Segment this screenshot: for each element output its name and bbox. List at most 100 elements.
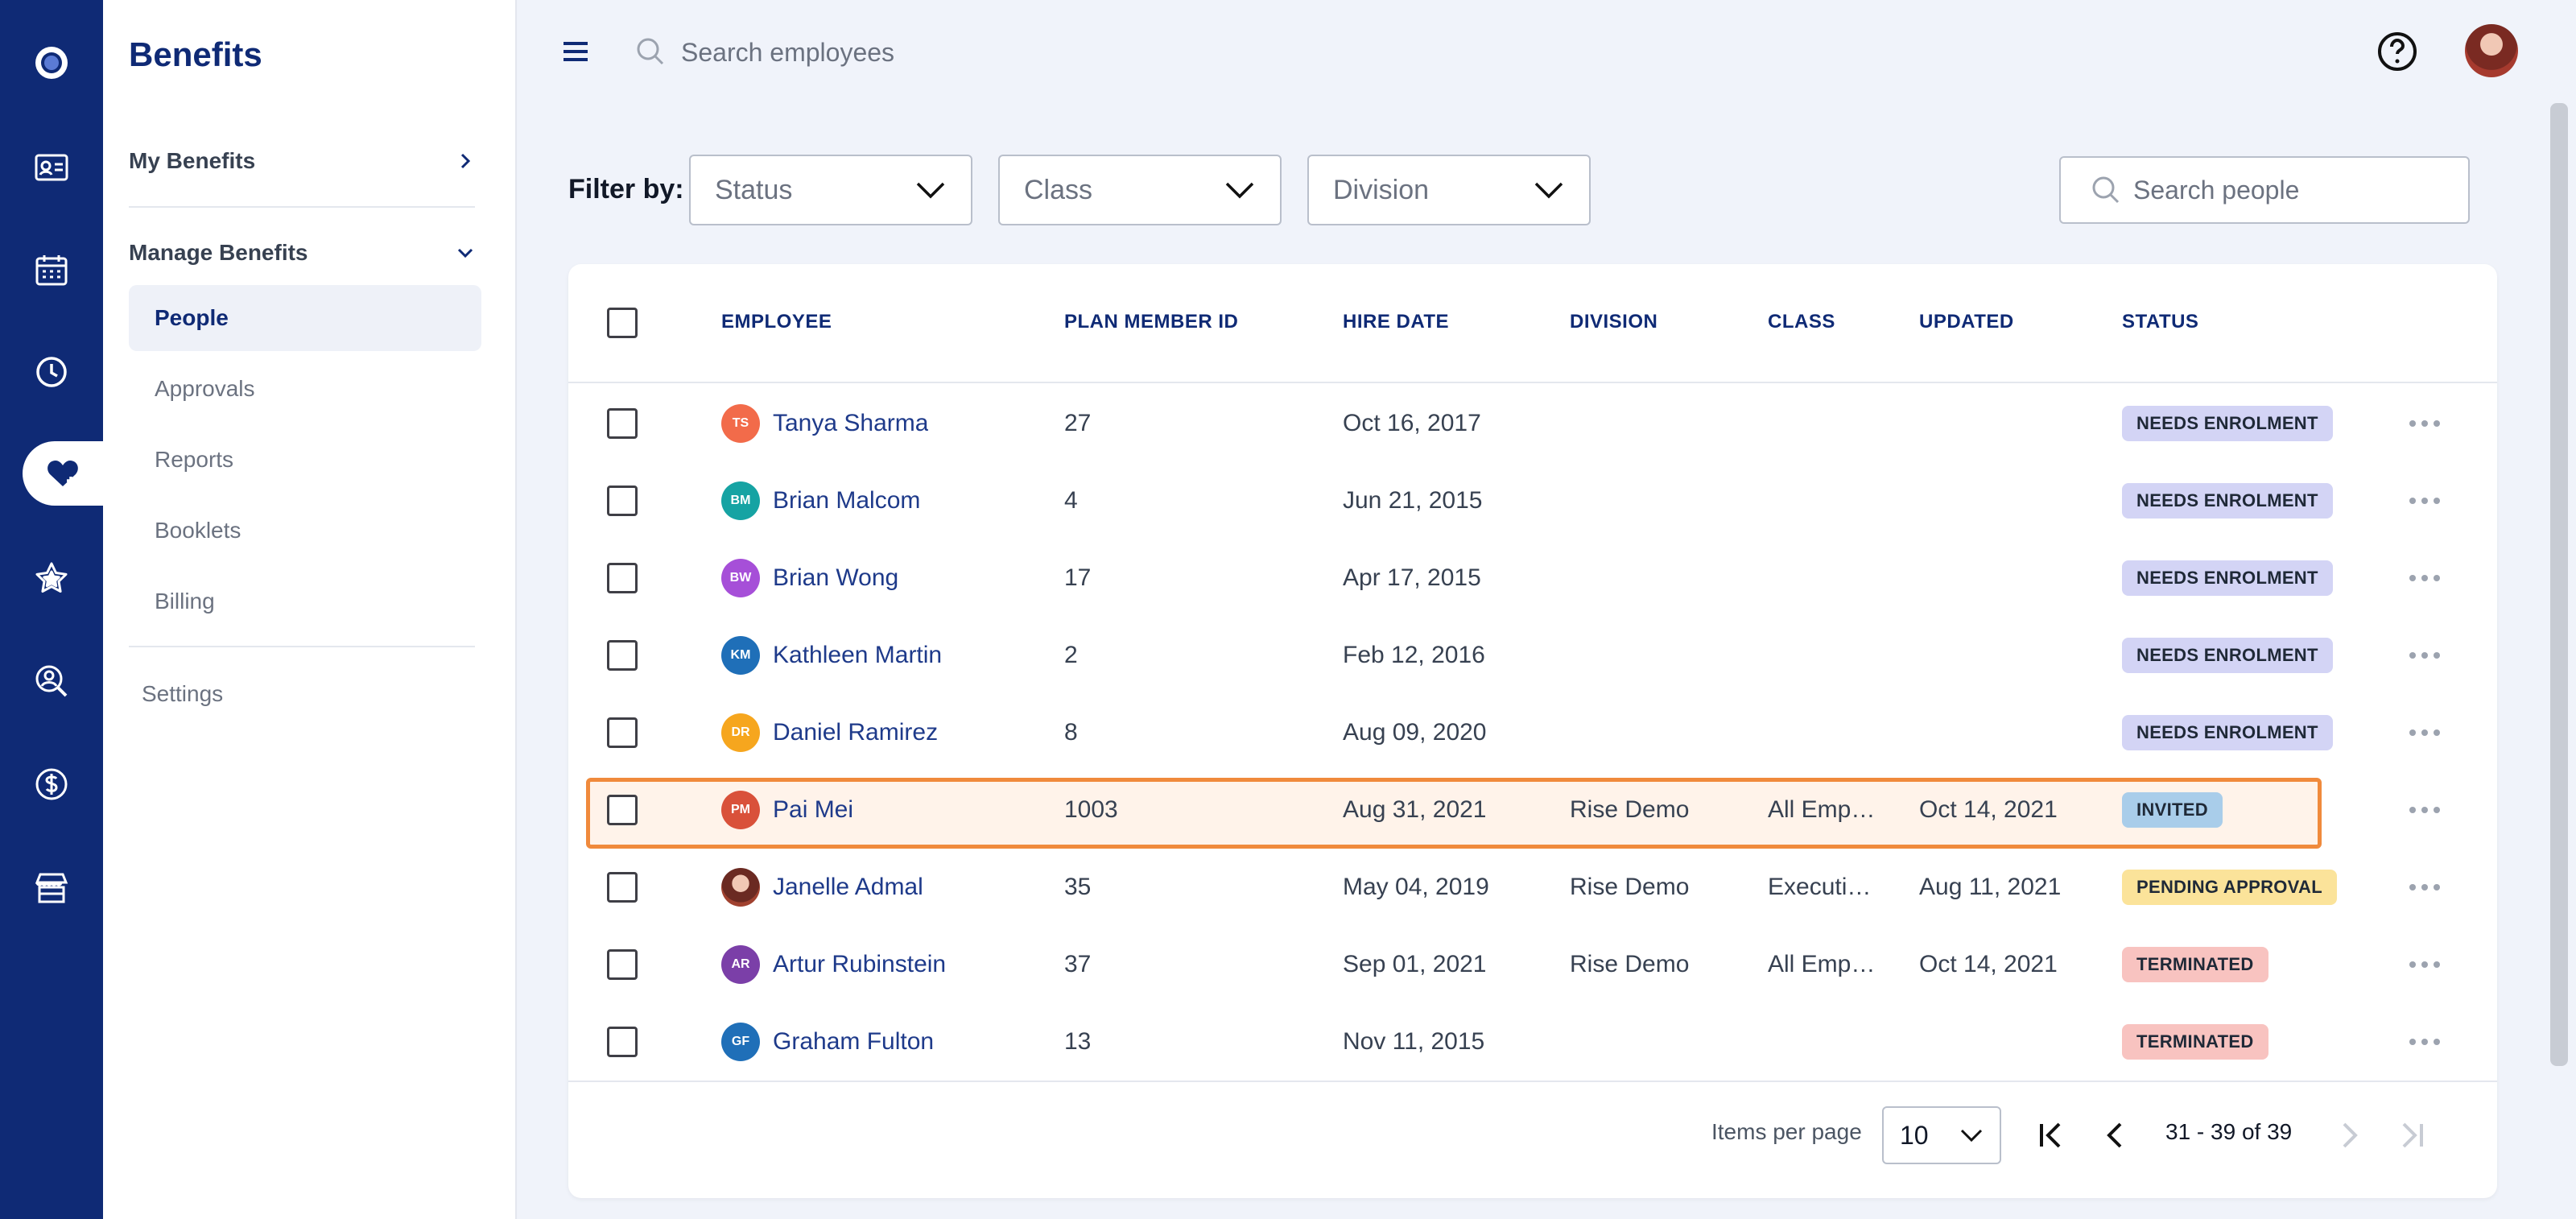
dollar-icon[interactable] (0, 744, 103, 824)
table-header: EMPLOYEE PLAN MEMBER ID HIRE DATE DIVISI… (568, 264, 2497, 383)
row-more-icon[interactable] (2409, 574, 2441, 582)
hire-date: Aug 31, 2021 (1343, 796, 1487, 823)
class-filter-value: Class (1024, 174, 1093, 205)
status-filter-dropdown[interactable]: Status (689, 155, 972, 225)
previous-page-icon[interactable] (2098, 1118, 2133, 1153)
first-page-icon[interactable] (2033, 1118, 2069, 1153)
hamburger-menu-icon[interactable] (560, 37, 596, 66)
sidebar-item-booklets[interactable]: Booklets (129, 498, 481, 564)
header-plan-member-id[interactable]: PLAN MEMBER ID (1064, 311, 1238, 333)
row-more-icon[interactable] (2409, 729, 2441, 737)
hire-date: Feb 12, 2016 (1343, 642, 1485, 668)
id-card-icon[interactable] (0, 127, 103, 208)
chevron-down-icon (457, 248, 473, 258)
employee-name-link[interactable]: Brian Malcom (773, 462, 920, 539)
people-search-icon[interactable] (0, 641, 103, 721)
employee-name-link[interactable]: Artur Rubinstein (773, 926, 946, 1003)
clock-icon[interactable] (0, 332, 103, 412)
search-people-box[interactable] (2059, 156, 2470, 224)
next-page-icon[interactable] (2331, 1118, 2367, 1153)
sidebar-divider (129, 206, 475, 208)
calendar-icon[interactable] (0, 230, 103, 311)
row-checkbox[interactable] (607, 949, 638, 980)
table-row[interactable]: BW Brian Wong 17 Apr 17, 2015 NEEDS ENRO… (568, 539, 2497, 617)
items-per-page-select[interactable]: 10 (1882, 1106, 2001, 1164)
search-people-input[interactable] (2133, 175, 2455, 205)
header-hire-date[interactable]: HIRE DATE (1343, 311, 1449, 333)
sidebar-item-approvals[interactable]: Approvals (129, 356, 481, 422)
row-checkbox[interactable] (607, 563, 638, 593)
row-more-icon[interactable] (2409, 806, 2441, 814)
employee-name-link[interactable]: Tanya Sharma (773, 385, 928, 462)
store-icon[interactable] (0, 847, 103, 928)
manage-benefits-group[interactable]: Manage Benefits (129, 229, 475, 277)
table-row[interactable]: TS Tanya Sharma 27 Oct 16, 2017 NEEDS EN… (568, 385, 2497, 462)
row-checkbox[interactable] (607, 795, 638, 825)
icon-rail (0, 0, 103, 1219)
sidebar-item-reports[interactable]: Reports (129, 427, 481, 493)
search-icon (2092, 176, 2120, 204)
sidebar-item-billing[interactable]: Billing (129, 568, 481, 634)
logo-icon[interactable] (0, 23, 103, 103)
row-checkbox[interactable] (607, 640, 638, 671)
row-more-icon[interactable] (2409, 651, 2441, 659)
employee-initials-avatar: BM (721, 481, 760, 520)
header-employee[interactable]: EMPLOYEE (721, 311, 832, 333)
row-more-icon[interactable] (2409, 419, 2441, 428)
page-scrollbar[interactable] (2550, 103, 2568, 1066)
star-icon[interactable] (0, 538, 103, 618)
employee-name-link[interactable]: Graham Fulton (773, 1003, 934, 1081)
employee-initials-avatar: KM (721, 636, 760, 675)
employee-name-link[interactable]: Daniel Ramirez (773, 694, 938, 771)
hire-date: Apr 17, 2015 (1343, 564, 1481, 591)
employee-name-link[interactable]: Kathleen Martin (773, 617, 942, 694)
hire-date: Nov 11, 2015 (1343, 1028, 1485, 1055)
header-updated[interactable]: UPDATED (1919, 311, 2014, 333)
employee-name-link[interactable]: Brian Wong (773, 539, 898, 617)
last-page-icon[interactable] (2394, 1118, 2429, 1153)
search-employees-input[interactable] (681, 32, 1245, 72)
row-more-icon[interactable] (2409, 497, 2441, 505)
row-more-icon[interactable] (2409, 883, 2441, 891)
row-checkbox[interactable] (607, 408, 638, 439)
plan-member-id: 4 (1064, 487, 1078, 514)
table-row[interactable]: DR Daniel Ramirez 8 Aug 09, 2020 NEEDS E… (568, 694, 2497, 771)
sidebar-item-people[interactable]: People (129, 285, 481, 351)
header-class[interactable]: CLASS (1768, 311, 1835, 333)
table-row[interactable]: BM Brian Malcom 4 Jun 21, 2015 NEEDS ENR… (568, 462, 2497, 539)
user-avatar[interactable] (2465, 24, 2518, 77)
plan-member-id: 13 (1064, 1028, 1092, 1055)
status-badge: NEEDS ENROLMENT (2122, 715, 2333, 750)
employee-initials-avatar: PM (721, 791, 760, 829)
header-status[interactable]: STATUS (2122, 311, 2198, 333)
employee-name-link[interactable]: Janelle Admal (773, 849, 923, 926)
benefits-heart-icon[interactable] (23, 441, 103, 506)
row-checkbox[interactable] (607, 486, 638, 516)
status-badge: NEEDS ENROLMENT (2122, 638, 2333, 673)
hire-date: Oct 16, 2017 (1343, 410, 1481, 436)
status-badge: TERMINATED (2122, 947, 2268, 982)
status-badge: TERMINATED (2122, 1024, 2268, 1060)
table-row[interactable]: KM Kathleen Martin 2 Feb 12, 2016 NEEDS … (568, 617, 2497, 694)
help-icon[interactable] (2375, 29, 2420, 74)
row-more-icon[interactable] (2409, 1038, 2441, 1046)
status-badge: NEEDS ENROLMENT (2122, 406, 2333, 441)
items-per-page-value: 10 (1900, 1120, 1929, 1150)
table-row[interactable]: Janelle Admal 35 May 04, 2019 Rise Demo … (568, 849, 2497, 926)
class-filter-dropdown[interactable]: Class (998, 155, 1282, 225)
employee-name-link[interactable]: Pai Mei (773, 771, 853, 849)
row-checkbox[interactable] (607, 717, 638, 748)
updated-date: Aug 11, 2021 (1919, 874, 2062, 900)
my-benefits-group[interactable]: My Benefits (129, 137, 475, 185)
table-row[interactable]: GF Graham Fulton 13 Nov 11, 2015 TERMINA… (568, 1003, 2497, 1081)
header-division[interactable]: DIVISION (1570, 311, 1657, 333)
select-all-checkbox[interactable] (607, 308, 638, 338)
sidebar-divider (129, 646, 475, 647)
row-checkbox[interactable] (607, 1027, 638, 1057)
row-checkbox[interactable] (607, 872, 638, 903)
sidebar-item-settings[interactable]: Settings (142, 681, 223, 707)
division-filter-dropdown[interactable]: Division (1307, 155, 1591, 225)
table-row[interactable]: PM Pai Mei 1003 Aug 31, 2021 Rise Demo A… (568, 771, 2497, 849)
table-row[interactable]: AR Artur Rubinstein 37 Sep 01, 2021 Rise… (568, 926, 2497, 1003)
row-more-icon[interactable] (2409, 961, 2441, 969)
